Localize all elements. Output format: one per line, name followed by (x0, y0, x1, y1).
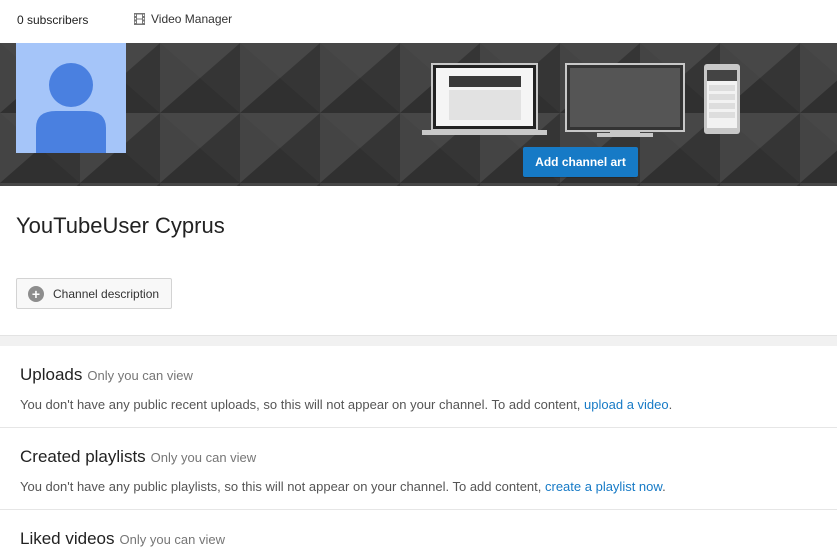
section-title[interactable]: Uploads (20, 365, 82, 385)
section-divider (0, 335, 837, 346)
default-user-icon (16, 43, 126, 153)
visibility-note: Only you can view (119, 532, 226, 547)
channel-description-label: Channel description (53, 286, 160, 301)
message-text: You don't have any public recent uploads… (20, 397, 585, 412)
message-text: You don't have any public playlists, so … (20, 479, 545, 494)
subscriber-count: 0 subscribers (17, 13, 89, 27)
video-manager-link[interactable]: Video Manager (134, 12, 232, 26)
plus-circle-icon: + (28, 285, 44, 302)
upload-video-link[interactable]: upload a video (584, 397, 669, 412)
channel-description-button[interactable]: + Channel description (16, 278, 172, 309)
visibility-note: Only you can view (87, 368, 193, 383)
uploads-section: Uploads Only you can view You don't have… (0, 346, 837, 428)
create-playlist-link[interactable]: create a playlist now (545, 479, 662, 494)
add-channel-art-button[interactable]: Add channel art (523, 147, 638, 177)
section-message: You don't have any public recent uploads… (20, 397, 672, 412)
section-title[interactable]: Created playlists (20, 447, 146, 467)
uploads-header: Uploads Only you can view (20, 365, 193, 385)
playlists-header: Created playlists Only you can view (20, 447, 256, 467)
channel-title: YouTubeUser Cyprus (16, 213, 225, 238)
video-manager-label: Video Manager (151, 12, 233, 26)
playlists-section: Created playlists Only you can view You … (0, 428, 837, 510)
message-suffix: . (662, 479, 666, 494)
liked-videos-header: Liked videos Only you can view (20, 529, 225, 549)
film-strip-icon (134, 13, 145, 25)
liked-videos-section: Liked videos Only you can view (0, 510, 837, 552)
section-message: You don't have any public playlists, so … (20, 479, 666, 494)
visibility-note: Only you can view (150, 450, 257, 465)
section-title[interactable]: Liked videos (20, 529, 115, 549)
message-suffix: . (668, 397, 673, 412)
channel-avatar[interactable] (16, 43, 126, 153)
channel-topbar: 0 subscribers Video Manager (0, 0, 837, 43)
